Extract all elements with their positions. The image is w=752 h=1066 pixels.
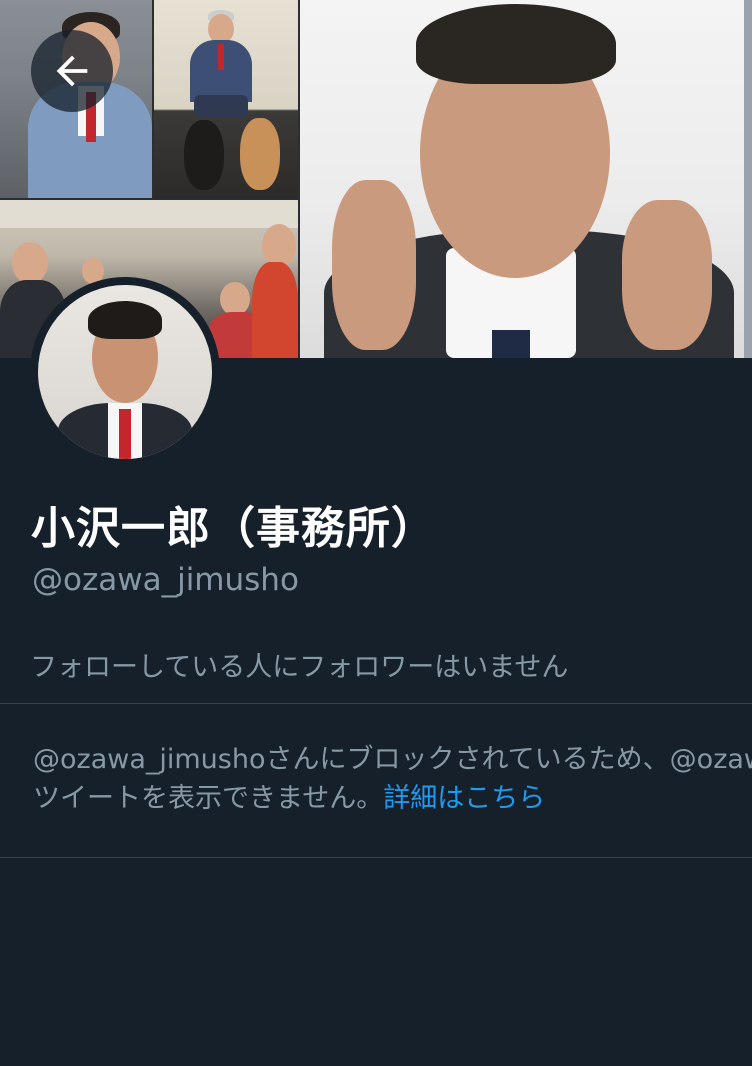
banner-photo-portrait-speaking <box>300 0 744 358</box>
avatar-photo <box>38 285 212 459</box>
banner-photo-with-dogs <box>154 0 298 198</box>
learn-more-link[interactable]: 詳細はこちら <box>383 783 545 814</box>
divider <box>0 857 752 858</box>
banner-photo-edge <box>744 0 752 358</box>
profile-avatar[interactable] <box>30 277 220 467</box>
profile-display-name: 小沢一郎（事務所） <box>31 503 436 554</box>
blocked-notice: @ozawa_jimushoさんにブロックされているため、@ozawa_jimu… <box>33 740 752 818</box>
blocked-notice-line1: @ozawa_jimushoさんにブロックされているため、@ozawa_jimu… <box>33 744 752 775</box>
arrow-left-icon <box>56 55 88 87</box>
back-button[interactable] <box>31 30 113 112</box>
blocked-notice-text: ツイートを表示できません。 <box>33 783 384 814</box>
profile-handle: @ozawa_jimusho <box>32 562 299 598</box>
followers-you-know-text: フォローしている人にフォロワーはいません <box>30 652 569 683</box>
blocked-notice-line2: ツイートを表示できません。詳細はこちら <box>33 779 752 818</box>
profile-page: 小沢一郎（事務所） @ozawa_jimusho フォローしている人にフォロワー… <box>0 0 752 1066</box>
divider <box>0 703 752 704</box>
